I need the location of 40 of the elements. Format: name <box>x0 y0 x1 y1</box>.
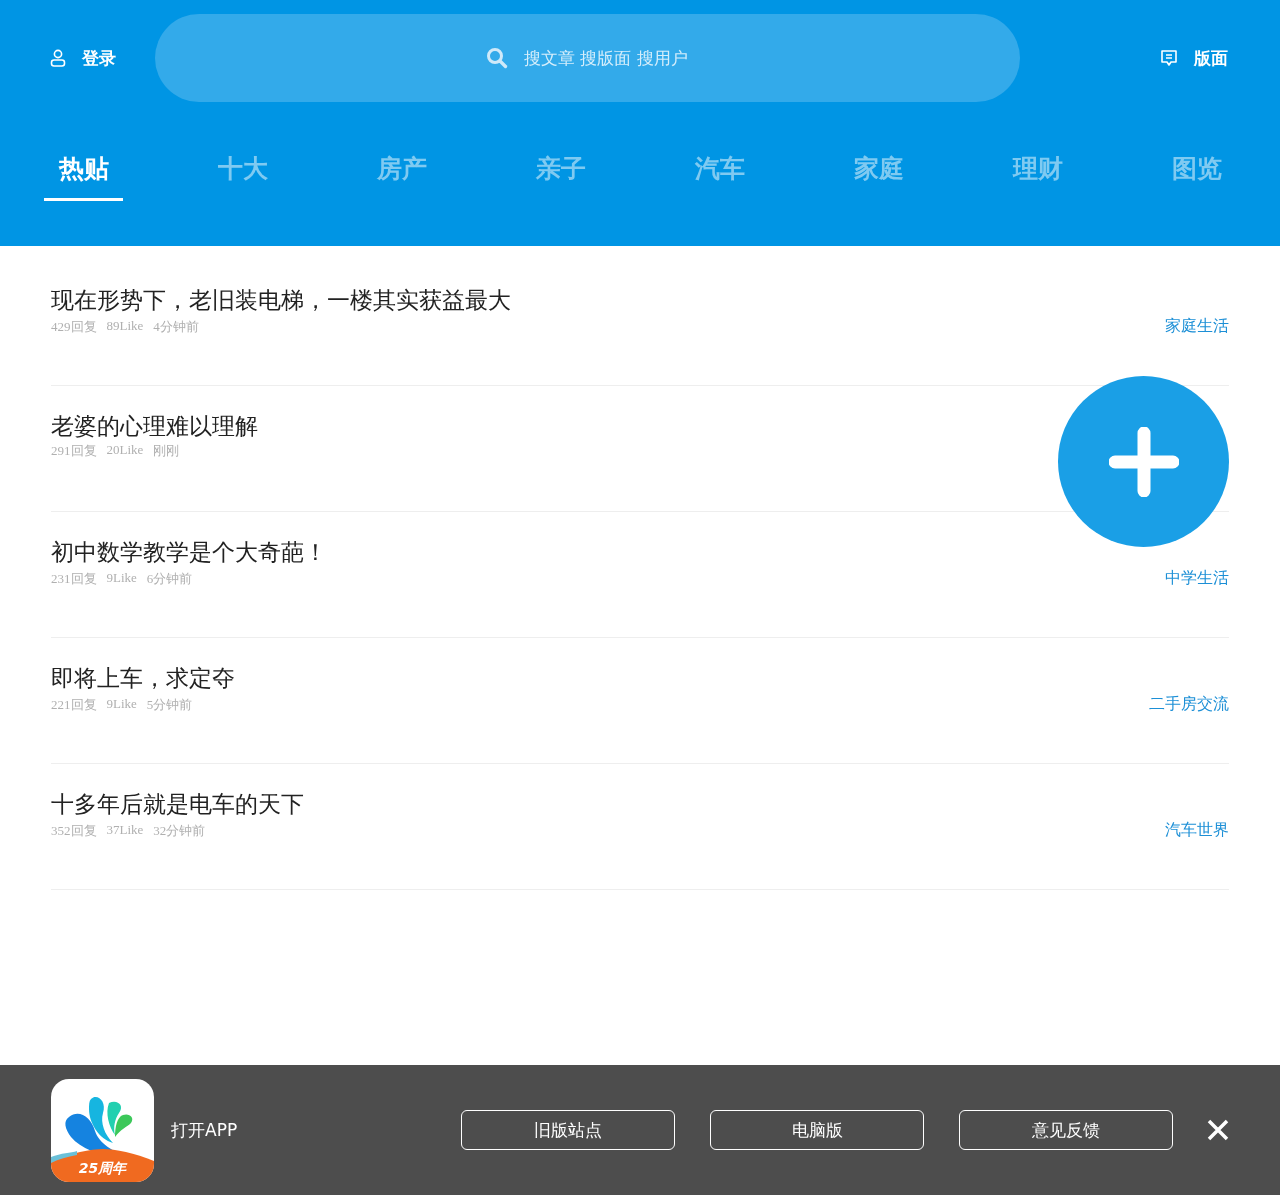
post-time: 刚刚 <box>153 442 180 460</box>
board-link[interactable]: 家庭生活 <box>1165 316 1229 337</box>
post-time: 6分钟前 <box>146 569 193 588</box>
post-time: 5分钟前 <box>146 695 193 714</box>
close-icon <box>1206 1118 1230 1142</box>
post-time: 32分钟前 <box>153 821 206 840</box>
site-button[interactable]: 旧版站点 <box>461 1110 675 1150</box>
site-button[interactable]: 电脑版 <box>710 1110 924 1150</box>
post-time: 4分钟前 <box>153 317 199 336</box>
category-tab[interactable]: 热贴 <box>44 154 123 201</box>
open-app-link[interactable]: 打开APP <box>171 1118 461 1142</box>
board-link[interactable]: 二手房交流 <box>1149 694 1229 715</box>
search-field[interactable]: 搜文章 搜版面 搜用户 <box>155 14 1020 102</box>
like-count: 89Like <box>106 317 144 335</box>
message-icon <box>1160 49 1178 67</box>
reply-count: 231回复 <box>51 569 97 588</box>
site-button[interactable]: 意见反馈 <box>959 1110 1173 1150</box>
board-link[interactable]: 汽车世界 <box>1165 820 1229 841</box>
close-button[interactable] <box>1206 1118 1230 1142</box>
post-title[interactable]: 十多年后就是电车的天下 <box>51 788 304 820</box>
reply-count: 352回复 <box>51 821 97 840</box>
post-title[interactable]: 即将上车，求定夺 <box>51 662 235 694</box>
reply-count: 291回复 <box>51 442 97 460</box>
post-title[interactable]: 初中数学教学是个大奇葩！ <box>51 536 327 568</box>
like-count: 9Like <box>106 695 137 713</box>
post-title[interactable]: 现在形势下，老旧装电梯，一楼其实获益最大 <box>51 284 511 316</box>
anniversary-label: 25周年 <box>77 1159 129 1178</box>
reply-count: 429回复 <box>51 317 97 336</box>
user-icon <box>50 49 66 67</box>
search-icon <box>486 47 508 69</box>
like-count: 9Like <box>106 569 137 587</box>
like-count: 20Like <box>106 442 144 459</box>
like-count: 37Like <box>106 821 144 839</box>
boards-link[interactable]: 版面 <box>1070 46 1280 70</box>
board-link[interactable]: 中学生活 <box>1165 568 1229 589</box>
app-logo-drawing[interactable] <box>51 1078 154 1182</box>
plus-icon <box>1108 426 1179 497</box>
post-title[interactable]: 老婆的心理难以理解 <box>51 410 258 442</box>
login-link[interactable]: 登录 <box>0 46 155 70</box>
reply-count: 221回复 <box>51 695 97 714</box>
